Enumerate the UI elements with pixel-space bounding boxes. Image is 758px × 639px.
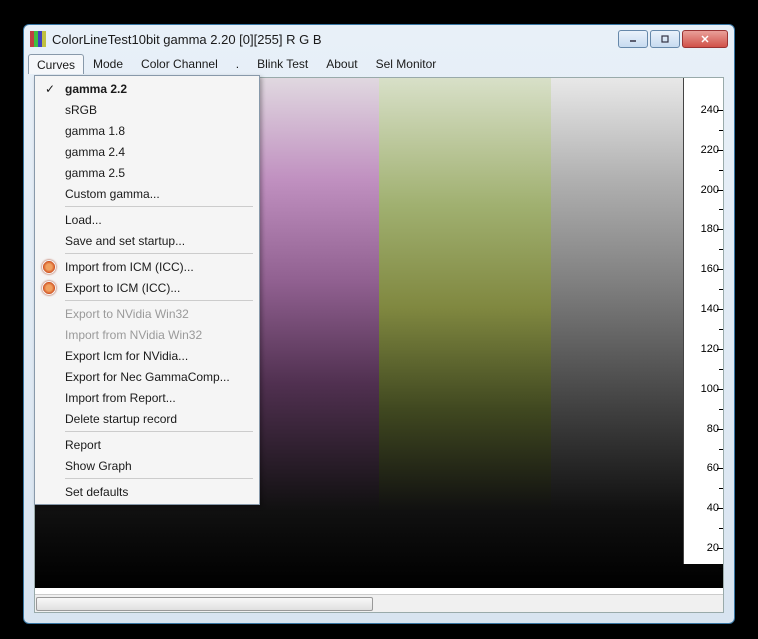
app-window: ColorLineTest10bit gamma 2.20 [0][255] R… [23, 24, 735, 624]
menu-mode[interactable]: Mode [84, 54, 132, 74]
ruler-minor-tick [719, 329, 723, 330]
menubar: CurvesModeColor Channel.Blink TestAboutS… [24, 53, 734, 75]
menu-item-label: Report [65, 438, 101, 452]
gradient-band-3 [379, 78, 551, 588]
ruler-minor-tick [719, 170, 723, 171]
menu-item-custom-gamma[interactable]: Custom gamma... [37, 183, 257, 204]
menu-item-import-from-nvidia-win32: Import from NVidia Win32 [37, 324, 257, 345]
menu-item-import-from-icm-icc[interactable]: Import from ICM (ICC)... [37, 256, 257, 277]
menu-item-label: Show Graph [65, 459, 132, 473]
menu-item-label: gamma 1.8 [65, 124, 125, 138]
menu-item-label: sRGB [65, 103, 97, 117]
menu-item-gamma-2-5[interactable]: gamma 2.5 [37, 162, 257, 183]
ruler-tick: 220 [701, 144, 719, 156]
menu-item-import-from-report[interactable]: Import from Report... [37, 387, 257, 408]
close-button[interactable] [682, 30, 728, 48]
menu-item-gamma-2-4[interactable]: gamma 2.4 [37, 141, 257, 162]
menu-item-label: Delete startup record [65, 412, 177, 426]
menu-item-export-for-nec-gammacomp[interactable]: Export for Nec GammaComp... [37, 366, 257, 387]
ruler-tick: 40 [707, 502, 719, 514]
menu-item-label: gamma 2.2 [65, 82, 127, 96]
ruler-minor-tick [719, 130, 723, 131]
gear-icon [41, 280, 57, 296]
menu-item-gamma-2-2[interactable]: gamma 2.2 [37, 78, 257, 99]
menu-item-label: Custom gamma... [65, 187, 160, 201]
app-icon [30, 31, 46, 47]
menu-item-label: Import from NVidia Win32 [65, 328, 202, 342]
menu-sel-monitor[interactable]: Sel Monitor [367, 54, 446, 74]
ruler-tick: 180 [701, 223, 719, 235]
menu-separator [65, 300, 253, 301]
ruler-tick: 60 [707, 462, 719, 474]
menu-item-export-to-icm-icc[interactable]: Export to ICM (ICC)... [37, 277, 257, 298]
ruler-tick: 80 [707, 423, 719, 435]
menu-item-save-and-set-startup[interactable]: Save and set startup... [37, 230, 257, 251]
menu-item-gamma-1-8[interactable]: gamma 1.8 [37, 120, 257, 141]
menu-separator [65, 253, 253, 254]
window-title: ColorLineTest10bit gamma 2.20 [0][255] R… [52, 32, 618, 47]
ruler-minor-tick [719, 409, 723, 410]
menu-item-export-to-nvidia-win32: Export to NVidia Win32 [37, 303, 257, 324]
menu-item-label: Import from Report... [65, 391, 176, 405]
maximize-button[interactable] [650, 30, 680, 48]
ruler-tick: 160 [701, 263, 719, 275]
gear-icon [41, 259, 57, 275]
menu-item-label: Export Icm for NVidia... [65, 349, 188, 363]
menu-item-load[interactable]: Load... [37, 209, 257, 230]
menu-color-channel[interactable]: Color Channel [132, 54, 227, 74]
menu-separator [65, 431, 253, 432]
menu-item-delete-startup-record[interactable]: Delete startup record [37, 408, 257, 429]
menu-item-label: Export to ICM (ICC)... [65, 281, 180, 295]
ruler-tick: 200 [701, 184, 719, 196]
menu--[interactable]: . [227, 54, 248, 74]
ruler-minor-tick [719, 289, 723, 290]
curves-menu-dropdown: gamma 2.2 sRGB gamma 1.8 gamma 2.4 gamma 2.5… [34, 75, 260, 505]
menu-separator [65, 478, 253, 479]
menu-item-set-defaults[interactable]: Set defaults [37, 481, 257, 502]
value-ruler: 240 220 200 180 160 140 120 100 80 60 40 20 [683, 78, 723, 564]
horizontal-scrollbar[interactable] [35, 594, 723, 612]
menu-blink-test[interactable]: Blink Test [248, 54, 317, 74]
ruler-minor-tick [719, 488, 723, 489]
scrollbar-thumb[interactable] [36, 597, 373, 611]
ruler-minor-tick [719, 449, 723, 450]
minimize-button[interactable] [618, 30, 648, 48]
menu-item-label: Load... [65, 213, 102, 227]
menu-item-srgb[interactable]: sRGB [37, 99, 257, 120]
menu-item-label: Export for Nec GammaComp... [65, 370, 230, 384]
window-controls [618, 30, 728, 48]
menu-item-label: gamma 2.4 [65, 145, 125, 159]
ruler-minor-tick [719, 568, 723, 569]
ruler-tick: 120 [701, 343, 719, 355]
menu-item-label: Export to NVidia Win32 [65, 307, 189, 321]
ruler-tick: 20 [707, 542, 719, 554]
menu-item-show-graph[interactable]: Show Graph [37, 455, 257, 476]
ruler-tick: 240 [701, 104, 719, 116]
menu-item-label: Import from ICM (ICC)... [65, 260, 194, 274]
titlebar[interactable]: ColorLineTest10bit gamma 2.20 [0][255] R… [24, 25, 734, 53]
ruler-tick: 140 [701, 303, 719, 315]
ruler-minor-tick [719, 528, 723, 529]
menu-item-label: gamma 2.5 [65, 166, 125, 180]
ruler-minor-tick [719, 209, 723, 210]
ruler-tick: 100 [701, 383, 719, 395]
menu-item-label: Save and set startup... [65, 234, 185, 248]
menu-curves[interactable]: Curves [28, 54, 84, 74]
menu-item-report[interactable]: Report [37, 434, 257, 455]
menu-item-label: Set defaults [65, 485, 128, 499]
menu-separator [65, 206, 253, 207]
ruler-minor-tick [719, 249, 723, 250]
menu-item-export-icm-for-nvidia[interactable]: Export Icm for NVidia... [37, 345, 257, 366]
menu-about[interactable]: About [317, 54, 366, 74]
ruler-minor-tick [719, 369, 723, 370]
